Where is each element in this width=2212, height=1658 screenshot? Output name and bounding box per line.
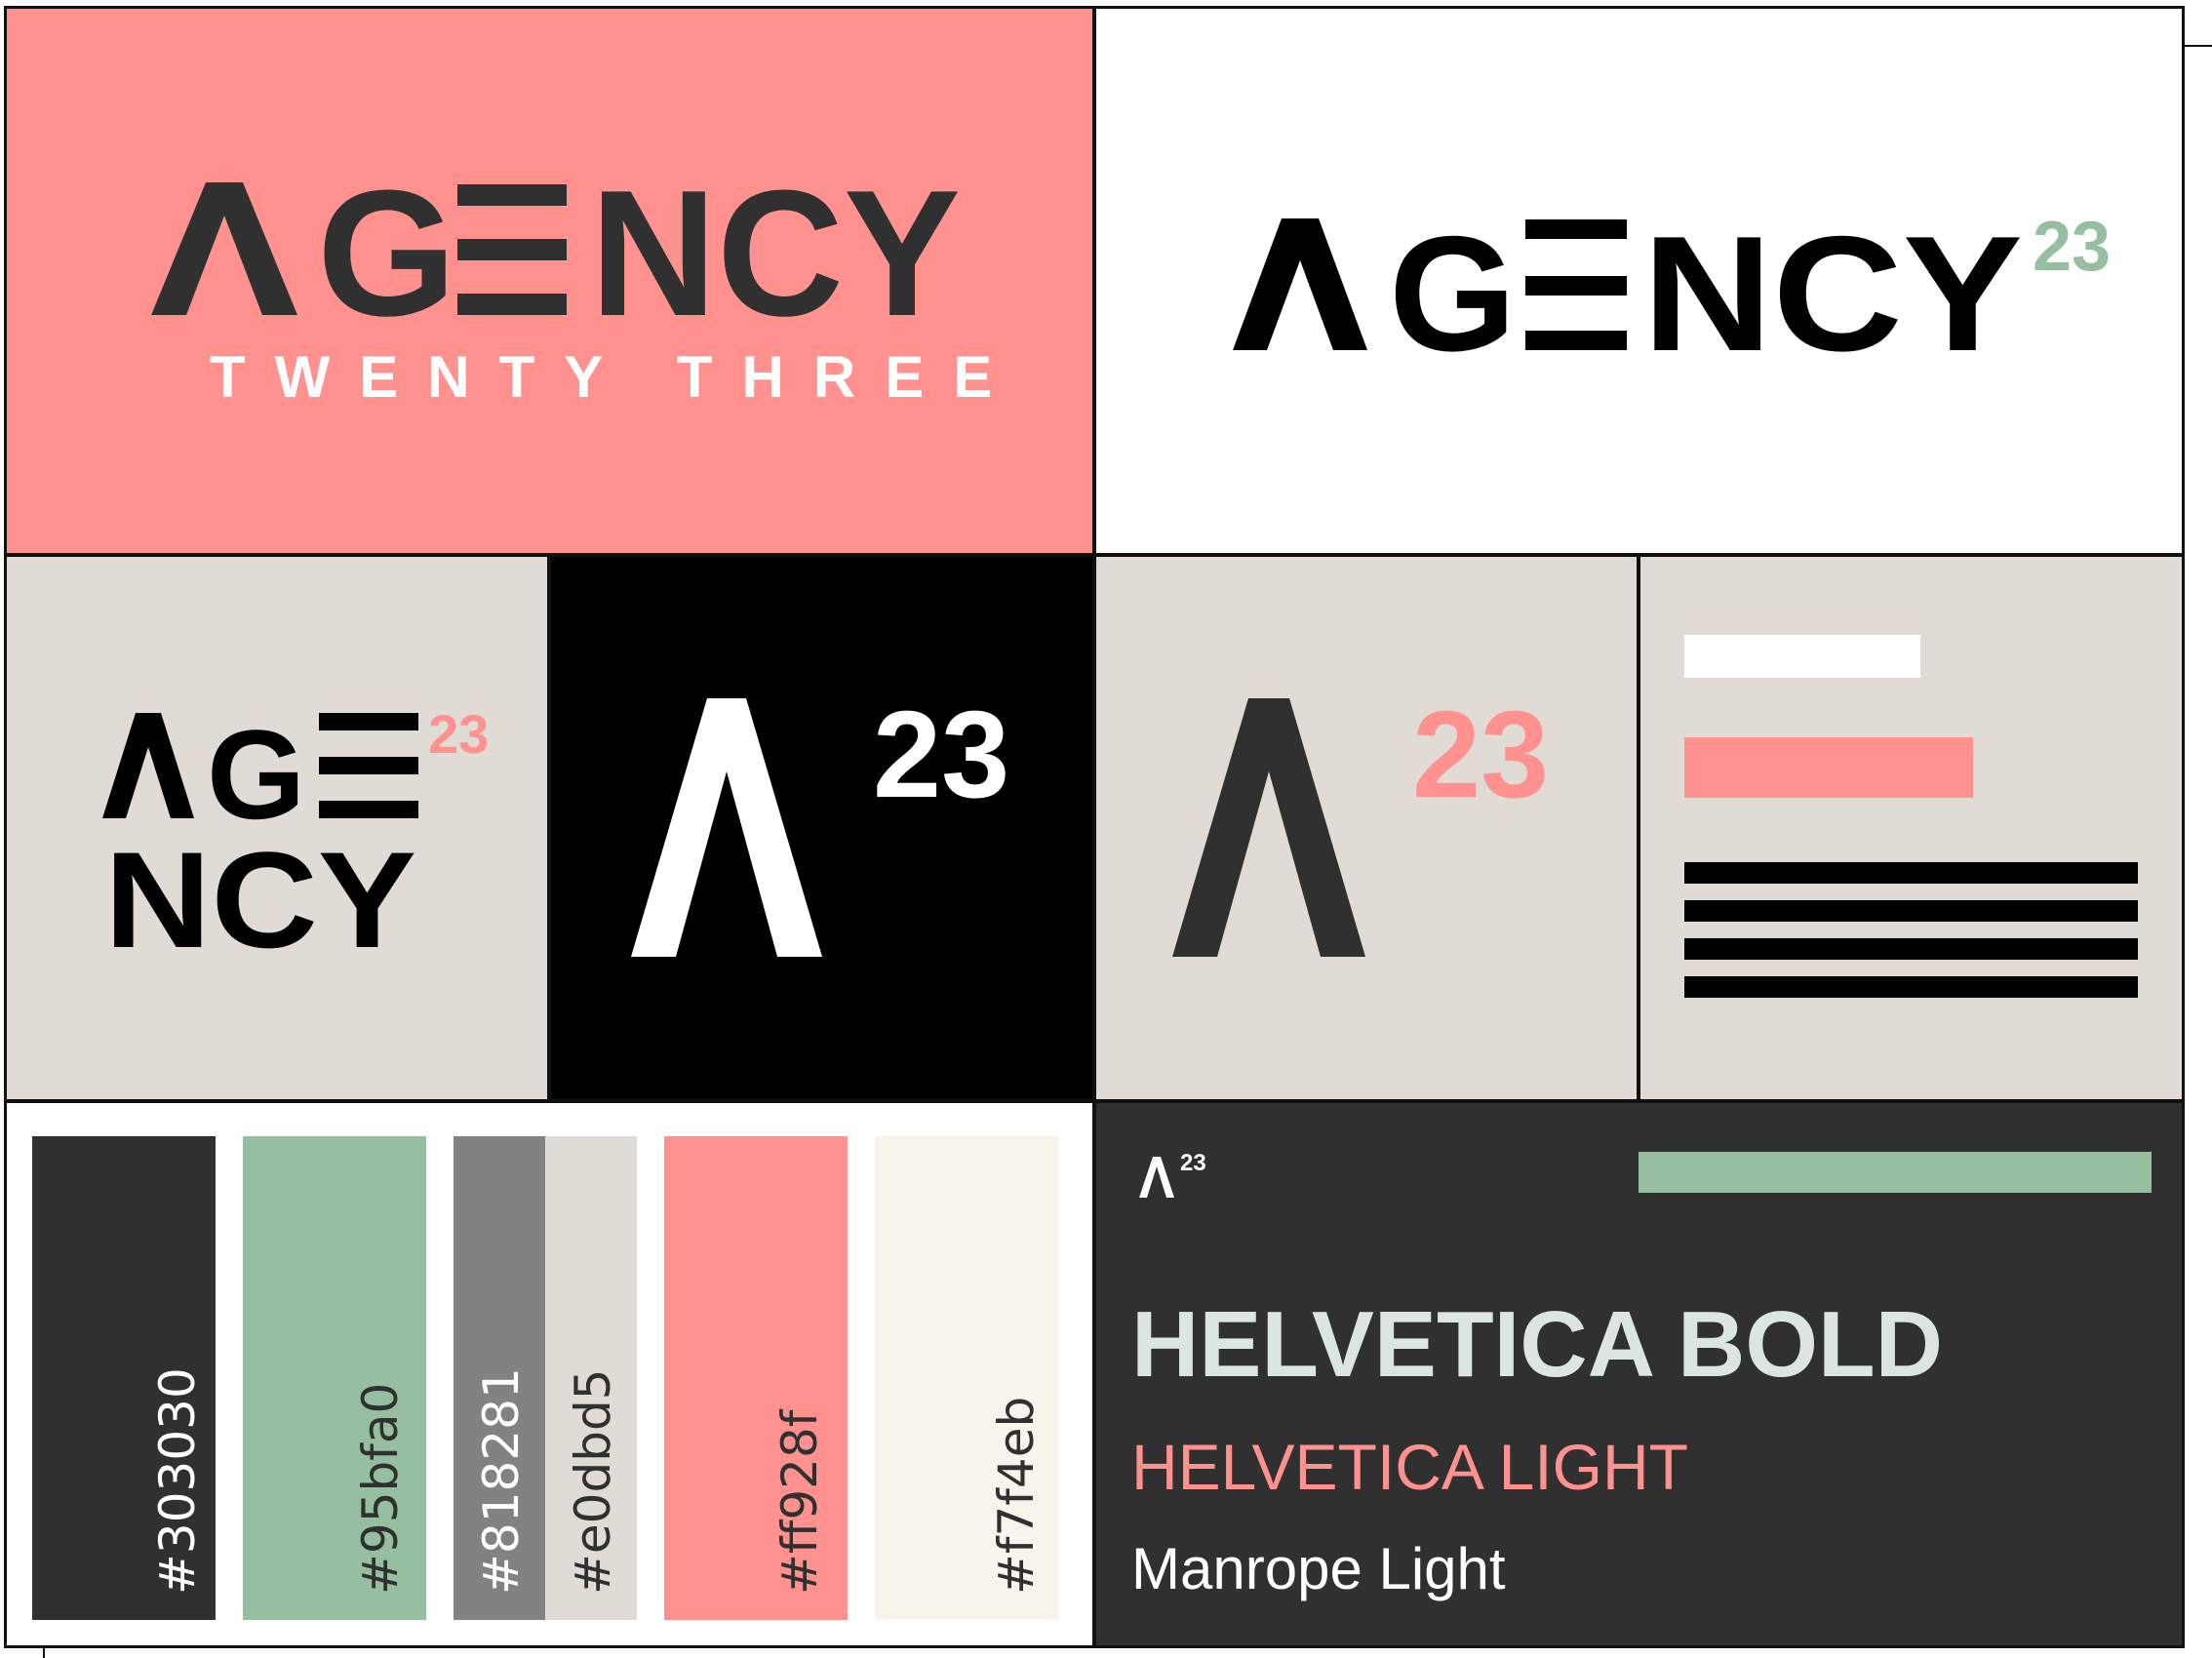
swatch-e0dbd5: #e0dbd5 (545, 1136, 637, 1620)
svg-text:NCY: NCY (1642, 202, 2023, 385)
divider-v-left (547, 553, 551, 1103)
white-bar (1684, 635, 1920, 678)
swatch-label: #303030 (149, 1367, 206, 1595)
subheading-font-sample: HELVETICA LIGHT (1131, 1431, 1688, 1503)
palette-panel: #303030 #95bfa0 #818281 #e0dbd5 #ff928f … (7, 1103, 1092, 1645)
coral-bar (1684, 737, 1973, 798)
svg-text:G: G (317, 152, 456, 353)
pattern-panel (1640, 557, 2182, 1099)
small-monogram-superscript: 23 (1180, 1150, 1206, 1176)
heading-font-sample: HELVETICA BOLD (1131, 1292, 1943, 1397)
swatch-label: #e0dbd5 (565, 1368, 621, 1596)
green-accent-bar (1639, 1152, 2152, 1193)
black-bar-2 (1684, 900, 2138, 922)
swatch-label: #95bfa0 (352, 1382, 409, 1595)
svg-text:NCY: NCY (104, 823, 416, 976)
swatch-303030: #303030 (32, 1136, 216, 1620)
swatch-label: #f7f4eb (988, 1396, 1045, 1595)
monogram-light-superscript: 23 (1412, 686, 1550, 823)
monogram-a-icon-dark (1172, 698, 1365, 957)
black-bar-3 (1684, 938, 2138, 960)
swatch-ff928f: #ff928f (664, 1136, 848, 1620)
monogram-light-panel: 23 (1096, 557, 1637, 1099)
corner-mark-bottom (43, 1648, 45, 1658)
typography-panel: 23 HELVETICA BOLD HELVETICA LIGHT Manrop… (1096, 1103, 2182, 1645)
border-right (2182, 6, 2185, 1648)
logo-superscript: 23 (2033, 208, 2112, 286)
wordmark-logo-horizontal: G NCY (1233, 202, 2023, 385)
horizontal-logo-panel: G NCY 23 (1096, 9, 2182, 553)
black-bar-1 (1684, 862, 2138, 884)
stacked-logo-panel: G NCY 23 (7, 557, 547, 1099)
swatch-label: #ff928f (771, 1409, 828, 1595)
monogram-superscript: 23 (873, 686, 1010, 823)
swatch-95bfa0: #95bfa0 (243, 1136, 426, 1620)
stacked-wordmark: G NCY (102, 703, 418, 976)
primary-logo-panel: G NCY TWENTY THREE (7, 9, 1092, 553)
logo-subtitle: TWENTY THREE (210, 344, 1022, 410)
divider-v-right (1637, 553, 1640, 1103)
wordmark-logo: G NCY (151, 152, 961, 353)
monogram-dark-panel: 23 (551, 557, 1092, 1099)
divider-v-center (1092, 6, 1096, 1648)
svg-text:NCY: NCY (590, 152, 961, 353)
swatch-818281: #818281 (454, 1136, 545, 1620)
svg-text:G: G (1389, 202, 1517, 385)
swatch-f7f4eb: #f7f4eb (875, 1136, 1058, 1620)
body-font-sample: Manrope Light (1131, 1536, 1506, 1601)
brand-board: G NCY TWENTY THREE G NCY 23 G NCY 23 23 … (0, 0, 2212, 1658)
corner-mark-top (2185, 45, 2212, 47)
swatch-label: #818281 (473, 1367, 530, 1595)
stacked-superscript: 23 (428, 703, 490, 765)
black-bar-4 (1684, 976, 2138, 998)
monogram-a-icon (631, 698, 822, 957)
border-left (4, 6, 7, 1648)
